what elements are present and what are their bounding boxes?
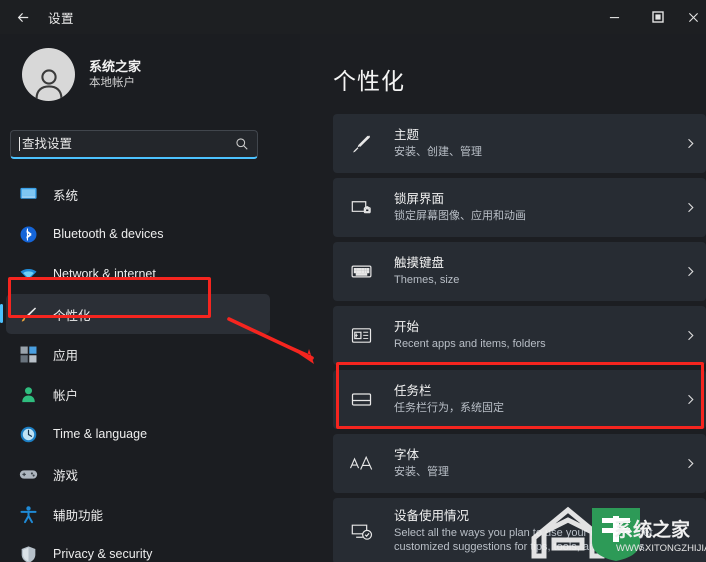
card-subtitle: Select all the ways you plan to use your…: [394, 526, 653, 554]
card-text: 任务栏 任务栏行为，系统固定: [394, 383, 674, 416]
window-title: 设置: [48, 11, 75, 26]
card-subtitle: 任务栏行为，系统固定: [394, 402, 504, 415]
sidebar-item-gaming[interactable]: 游戏: [6, 454, 270, 494]
window-controls: [592, 0, 706, 34]
sidebar-item-personalization[interactable]: 个性化: [0, 294, 270, 334]
sidebar-item-accessibility[interactable]: 辅助功能: [6, 494, 270, 534]
sidebar: 系统之家 本地帐户 系: [0, 34, 300, 562]
settings-card-touch-keyboard[interactable]: 触摸键盘 Themes, size: [333, 242, 706, 301]
accessibility-icon: [18, 504, 38, 524]
settings-card-taskbar[interactable]: 任务栏 任务栏行为，系统固定: [333, 370, 706, 429]
search-icon[interactable]: [235, 137, 249, 151]
sidebar-item-bluetooth-devices[interactable]: Bluetooth & devices: [6, 214, 270, 254]
search-input[interactable]: [22, 137, 235, 151]
account-person-icon: [18, 384, 38, 404]
account-text: 系统之家 本地帐户: [89, 58, 141, 91]
paintbrush-icon: [346, 129, 376, 159]
settings-card-lock-screen[interactable]: 锁屏界面 锁定屏幕图像、应用和动画: [333, 178, 706, 237]
card-text: 触摸键盘 Themes, size: [394, 255, 674, 288]
card-title: 主题: [394, 128, 420, 143]
card-text: 字体 安装、管理: [394, 447, 674, 480]
text-caret: [19, 137, 20, 151]
wifi-icon: [18, 264, 38, 284]
card-title: 任务栏: [394, 384, 432, 399]
lock-screen-icon: [346, 193, 376, 223]
sidebar-item-apps[interactable]: 应用: [6, 334, 270, 374]
chevron-right-icon[interactable]: [674, 457, 706, 470]
card-title: 设备使用情况: [394, 508, 470, 523]
bluetooth-icon: [18, 224, 38, 244]
sidebar-item-label: 辅助功能: [53, 508, 104, 523]
person-avatar-icon: [34, 69, 63, 100]
shield-icon: [18, 544, 38, 562]
settings-card-device-usage[interactable]: 设备使用情况 Select all the ways you plan to u…: [333, 498, 706, 562]
back-arrow-icon: [17, 12, 28, 22]
card-subtitle: 安装、管理: [394, 466, 449, 479]
gamepad-icon: [18, 464, 38, 484]
card-text: 主题 安装、创建、管理: [394, 127, 674, 160]
title-bar: 设置: [0, 0, 706, 34]
chevron-right-icon[interactable]: [674, 137, 706, 150]
back-button[interactable]: [6, 0, 40, 34]
card-subtitle: Themes, size: [394, 274, 460, 287]
maximize-icon: [652, 11, 664, 23]
apps-grid-icon: [18, 344, 38, 364]
settings-card-themes[interactable]: 主题 安装、创建、管理: [333, 114, 706, 173]
sidebar-item-privacy-security[interactable]: Privacy & security: [6, 534, 270, 562]
system-monitor-icon: [18, 184, 38, 204]
minimize-icon: [609, 16, 619, 18]
sidebar-item-label: Privacy & security: [53, 547, 153, 561]
card-subtitle: Recent apps and items, folders: [394, 338, 546, 351]
avatar: [22, 48, 75, 101]
sidebar-item-label: Time & language: [53, 427, 148, 441]
settings-card-start[interactable]: 开始 Recent apps and items, folders: [333, 306, 706, 365]
chevron-right-icon[interactable]: [674, 201, 706, 214]
card-text: 开始 Recent apps and items, folders: [394, 319, 674, 352]
account-type: 本地帐户: [89, 76, 135, 89]
sidebar-item-label: Bluetooth & devices: [53, 227, 164, 241]
paintbrush-icon: [18, 304, 38, 324]
keyboard-icon: [346, 257, 376, 287]
sidebar-nav: 系统 Bluetooth & devices Network & interne…: [0, 174, 300, 562]
settings-window: 设置 系统之家 本地帐户 查找设置 系统 Bluetooth & devices…: [0, 0, 706, 562]
page-title: 个性化: [333, 68, 405, 94]
maximize-button[interactable]: [636, 0, 680, 34]
settings-card-list: 主题 安装、创建、管理 锁屏界面 锁定屏幕图像、应用和动画 触摸键盘 Theme…: [333, 114, 706, 562]
font-aa-icon: [346, 449, 376, 479]
chevron-right-icon[interactable]: [674, 393, 706, 406]
clock-icon: [18, 424, 38, 444]
card-text: 设备使用情况 Select all the ways you plan to u…: [394, 508, 706, 555]
start-menu-icon: [346, 321, 376, 351]
device-usage-icon: [346, 516, 376, 546]
account-name: 系统之家: [89, 58, 142, 74]
sidebar-item-accounts[interactable]: 帐户: [6, 374, 270, 414]
card-title: 字体: [394, 448, 420, 463]
sidebar-item-label: 应用: [53, 348, 79, 363]
chevron-right-icon[interactable]: [674, 265, 706, 278]
taskbar-icon: [346, 385, 376, 415]
sidebar-item-time-language[interactable]: Time & language: [6, 414, 270, 454]
minimize-button[interactable]: [592, 0, 636, 34]
sidebar-item-system[interactable]: 系统: [6, 174, 270, 214]
sidebar-item-label: 个性化: [53, 308, 91, 323]
sidebar-item-label: 系统: [53, 188, 79, 203]
settings-card-fonts[interactable]: 字体 安装、管理: [333, 434, 706, 493]
chevron-right-icon[interactable]: [674, 329, 706, 342]
sidebar-item-network-internet[interactable]: Network & internet: [6, 254, 270, 294]
sidebar-item-label: 帐户: [53, 388, 79, 403]
card-title: 触摸键盘: [394, 256, 445, 271]
sidebar-item-label: 游戏: [53, 468, 79, 483]
account-header[interactable]: 系统之家 本地帐户: [22, 48, 300, 101]
main-content: 个性化 主题 安装、创建、管理 锁屏界面 锁定屏幕图像、应用和动画 触摸键盘 T…: [300, 34, 706, 562]
card-subtitle: 锁定屏幕图像、应用和动画: [394, 210, 526, 223]
card-title: 开始: [394, 320, 420, 335]
close-icon: [688, 12, 698, 22]
card-title: 锁屏界面: [394, 192, 445, 207]
close-button[interactable]: [680, 0, 706, 34]
sidebar-item-label: Network & internet: [53, 267, 156, 281]
search-box[interactable]: [10, 130, 258, 159]
card-subtitle: 安装、创建、管理: [394, 146, 482, 159]
card-text: 锁屏界面 锁定屏幕图像、应用和动画: [394, 191, 674, 224]
